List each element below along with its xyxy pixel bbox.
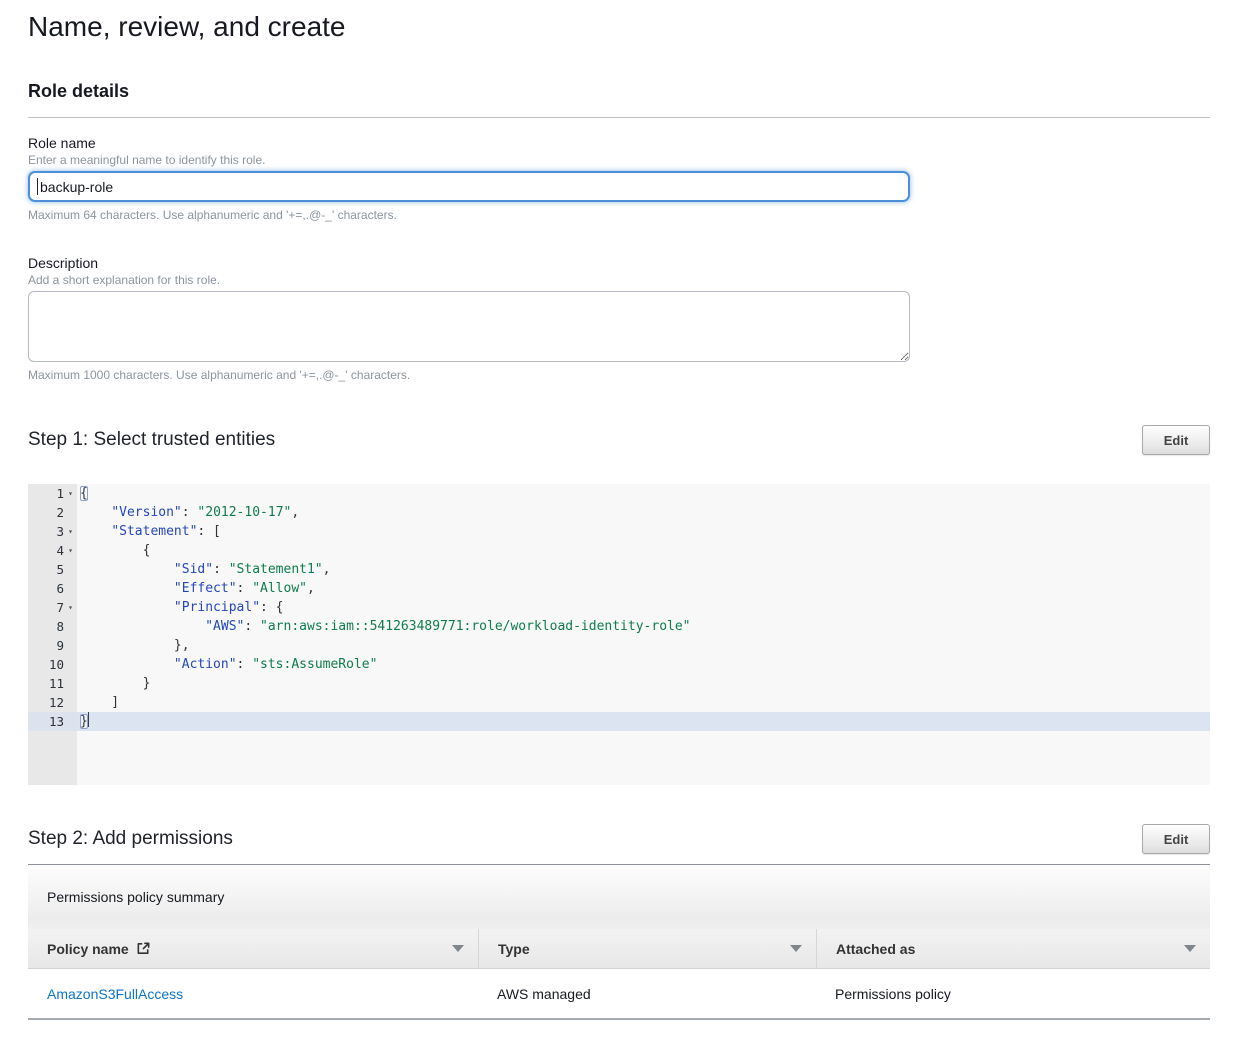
- policy-name-cell: AmazonS3FullAccess: [28, 969, 478, 1018]
- step2-edit-button[interactable]: Edit: [1142, 824, 1210, 854]
- step2-header-row: Step 2: Add permissions Edit: [28, 824, 1210, 854]
- column-header-label: Attached as: [836, 941, 915, 957]
- code-line-text: ]: [77, 693, 1210, 712]
- gutter-line-number: 12: [28, 693, 77, 712]
- gutter-line-number: 11: [28, 674, 77, 693]
- code-line-text: {: [77, 541, 1210, 560]
- description-label: Description: [28, 254, 1210, 272]
- code-line-text: {: [77, 484, 1210, 503]
- fold-caret-icon[interactable]: ▾: [64, 598, 77, 617]
- code-line-text: }: [77, 712, 1210, 731]
- code-line[interactable]: 10 "Action": "sts:AssumeRole": [28, 655, 1210, 674]
- column-header-label: Type: [498, 941, 530, 957]
- role-name-help: Maximum 64 characters. Use alphanumeric …: [28, 207, 1210, 223]
- code-line-text: }: [77, 674, 1210, 693]
- code-line[interactable]: 4▾ {: [28, 541, 1210, 560]
- code-line-text: "Sid": "Statement1",: [77, 560, 1210, 579]
- fold-caret-icon[interactable]: ▾: [64, 541, 77, 560]
- page-title: Name, review, and create: [28, 10, 1210, 44]
- step2-heading: Step 2: Add permissions: [28, 827, 233, 851]
- permissions-panel: Permissions policy summary Policy name Ty…: [28, 864, 1210, 1020]
- code-line-text: "Version": "2012-10-17",: [77, 503, 1210, 522]
- policy-table-header: Policy name Type Attached as: [28, 929, 1210, 969]
- code-line-text: "Principal": {: [77, 598, 1210, 617]
- code-line[interactable]: 5 "Sid": "Statement1",: [28, 560, 1210, 579]
- code-line[interactable]: 11 }: [28, 674, 1210, 693]
- code-line[interactable]: 7▾ "Principal": {: [28, 598, 1210, 617]
- role-name-label: Role name: [28, 134, 1210, 152]
- table-cell: AWS managed: [478, 969, 816, 1018]
- gutter-line-number: 6: [28, 579, 77, 598]
- gutter-line-number: 10: [28, 655, 77, 674]
- gutter-line-number: 13: [28, 712, 77, 731]
- gutter-line-number: 7▾: [28, 598, 77, 617]
- editor-cursor: [88, 712, 90, 727]
- role-name-hint: Enter a meaningful name to identify this…: [28, 152, 1210, 168]
- code-line[interactable]: 1▾{: [28, 484, 1210, 503]
- code-line[interactable]: 2 "Version": "2012-10-17",: [28, 503, 1210, 522]
- code-line[interactable]: 12 ]: [28, 693, 1210, 712]
- trust-policy-code-editor[interactable]: 1▾{2 "Version": "2012-10-17",3▾ "Stateme…: [28, 484, 1210, 785]
- column-header-attached-as[interactable]: Attached as: [816, 929, 1210, 968]
- column-header-type[interactable]: Type: [478, 929, 816, 968]
- table-row: AmazonS3FullAccess AWS managedPermissions…: [28, 969, 1210, 1020]
- code-line-text: },: [77, 636, 1210, 655]
- gutter-line-number: 2: [28, 503, 77, 522]
- role-details-divider: [28, 117, 1210, 118]
- policy-link[interactable]: AmazonS3FullAccess: [47, 986, 183, 1002]
- gutter-line-number: 5: [28, 560, 77, 579]
- external-link-icon: [136, 941, 151, 956]
- fold-caret-icon[interactable]: ▾: [64, 522, 77, 541]
- policy-table-body: AmazonS3FullAccess AWS managedPermissions…: [28, 969, 1210, 1020]
- code-line[interactable]: 3▾ "Statement": [: [28, 522, 1210, 541]
- role-details-heading: Role details: [28, 80, 1210, 102]
- description-help: Maximum 1000 characters. Use alphanumeri…: [28, 367, 1210, 383]
- code-filler: [77, 731, 1210, 785]
- gutter-line-number: 8: [28, 617, 77, 636]
- description-block: Description Add a short explanation for …: [28, 254, 1210, 383]
- text-caret: [37, 178, 38, 195]
- code-line[interactable]: 13}: [28, 712, 1210, 731]
- page: Name, review, and create Role details Ro…: [0, 0, 1242, 1020]
- sort-arrow-icon[interactable]: [1184, 945, 1196, 952]
- role-name-input[interactable]: [28, 171, 910, 202]
- gutter-line-number: 1▾: [28, 484, 77, 503]
- permissions-panel-title: Permissions policy summary: [28, 865, 1210, 929]
- gutter-line-number: 3▾: [28, 522, 77, 541]
- code-line-text: "AWS": "arn:aws:iam::541263489771:role/w…: [77, 617, 1210, 636]
- gutter-line-number: 4▾: [28, 541, 77, 560]
- sort-arrow-icon[interactable]: [452, 945, 464, 952]
- code-line-text: "Statement": [: [77, 522, 1210, 541]
- description-hint: Add a short explanation for this role.: [28, 272, 1210, 288]
- gutter-line-number: 9: [28, 636, 77, 655]
- column-header-policy-name[interactable]: Policy name: [28, 929, 478, 968]
- column-header-label: Policy name: [47, 941, 129, 957]
- fold-caret-icon[interactable]: ▾: [64, 484, 77, 503]
- code-line-text: "Effect": "Allow",: [77, 579, 1210, 598]
- code-line[interactable]: 8 "AWS": "arn:aws:iam::541263489771:role…: [28, 617, 1210, 636]
- code-line-text: "Action": "sts:AssumeRole": [77, 655, 1210, 674]
- code-line[interactable]: 9 },: [28, 636, 1210, 655]
- table-cell: Permissions policy: [816, 969, 1210, 1018]
- editor-empty-area[interactable]: [28, 731, 1210, 785]
- step1-edit-button[interactable]: Edit: [1142, 425, 1210, 455]
- step1-header-row: Step 1: Select trusted entities Edit: [28, 425, 1210, 455]
- sort-arrow-icon[interactable]: [790, 945, 802, 952]
- role-name-input-wrap: [28, 171, 910, 202]
- code-line[interactable]: 6 "Effect": "Allow",: [28, 579, 1210, 598]
- step1-heading: Step 1: Select trusted entities: [28, 428, 275, 452]
- gutter-filler: [28, 731, 77, 785]
- description-textarea[interactable]: [28, 291, 910, 362]
